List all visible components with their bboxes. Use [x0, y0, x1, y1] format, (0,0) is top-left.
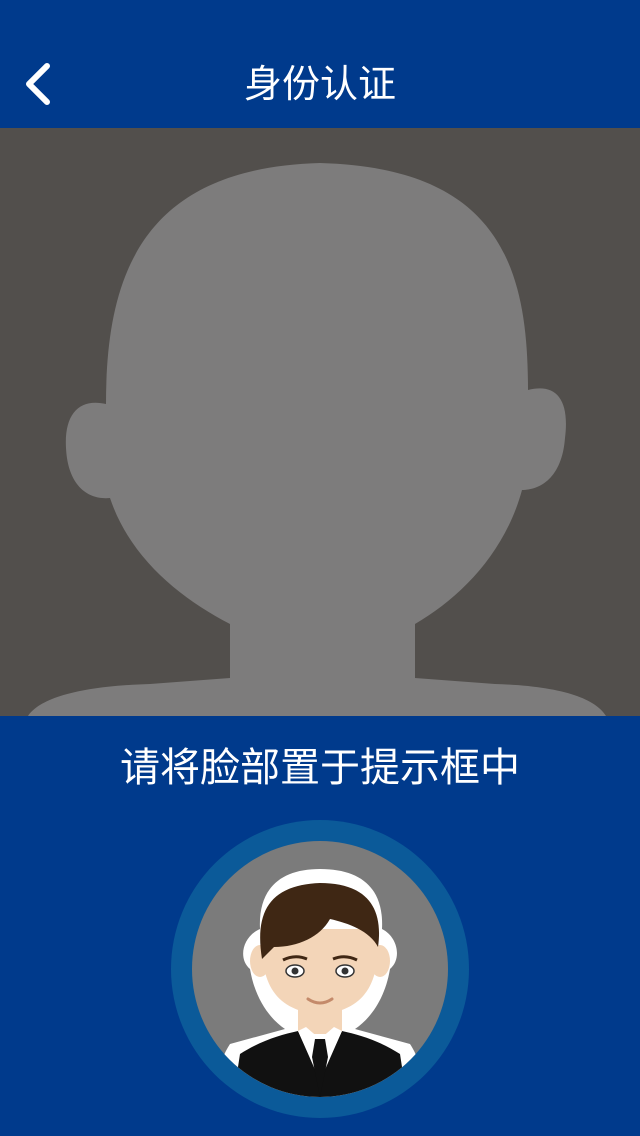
face-outline-icon: [28, 163, 606, 716]
nav-bar: 身份认证: [0, 0, 640, 128]
instruction-text: 请将脸部置于提示框中: [120, 745, 520, 791]
page-title: 身份认证: [243, 62, 396, 106]
sample-face-avatar-icon: [171, 820, 469, 1118]
sample-face-avatar: [170, 819, 470, 1119]
face-verification-screen: 身份认证 请将脸部置于提示框中: [0, 0, 640, 1136]
camera-preview: [0, 128, 640, 716]
